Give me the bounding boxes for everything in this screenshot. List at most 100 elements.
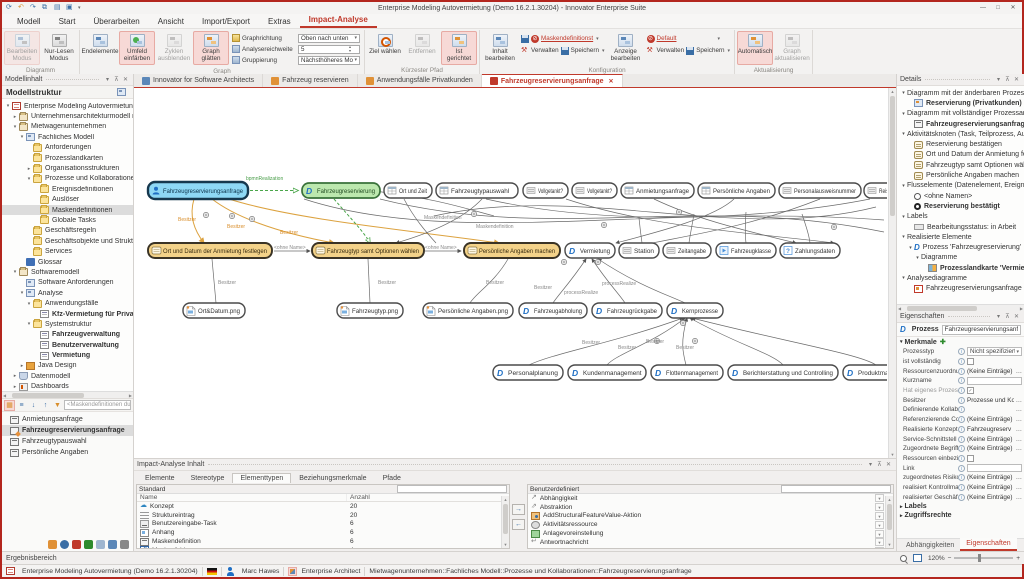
close-icon[interactable]: ✕ [1012,313,1021,320]
expand-arrow[interactable]: ▸ [18,363,26,369]
tree-item[interactable]: ▸Java Design [2,361,133,371]
diagram-canvas[interactable]: bpmnRealizationBesitzerBesitzerBesitzerM… [134,88,896,458]
tree-item[interactable]: Maskendefinitionen [2,205,133,215]
tree-item[interactable]: Vermietung [2,350,133,360]
document-tab-0[interactable]: Innovator for Software Architects [134,74,263,87]
tree-item[interactable]: Auslöser [2,195,133,205]
graph-glaetten-button[interactable]: Graph glätten [193,31,229,65]
undo-icon[interactable]: ↶ [18,4,27,12]
result-area-bar[interactable]: Ergebnisbereich [2,551,896,564]
labels-section[interactable]: ▸Labels [897,502,1024,511]
document-tab-1[interactable]: Fahrzeug reservieren [263,74,358,87]
tree-item[interactable]: Globale Tasks [2,215,133,225]
table-scrollbar[interactable]: ▲▼ [501,496,509,548]
graph-aktualisieren-button[interactable]: Graph aktualisieren [774,31,810,65]
diagram-node[interactable]: Fahrzeugtyp samt Optionen wählen [312,243,424,258]
prop-checkbox[interactable] [967,358,974,365]
tree-item[interactable]: ▾Prozesse und Kollaborationen [2,174,133,184]
canvas-vertical-scrollbar[interactable]: ▲▼ [888,88,896,458]
diagram-node[interactable]: Fahrzeugtyp.png [337,303,403,318]
tree-item[interactable]: ▾Fachliches Modell [2,132,133,142]
maximize-button[interactable]: □ [991,3,1005,13]
table-row[interactable]: AddStructuralFeatureValue-Aktion▼ [528,512,893,521]
graphrichtung-select[interactable]: Oben nach unten▾ [298,34,360,43]
tree-item[interactable]: ▾Softwaremodell [2,267,133,277]
details-horizontal-scrollbar[interactable]: ◀▶ [897,304,1024,311]
diagram-node[interactable]: DKernprozesse [667,303,723,318]
ellipsis-button[interactable]: … [1014,368,1022,375]
ellipsis-button[interactable]: … [1014,416,1022,423]
inhalt-bearbeiten-button[interactable]: Inhalt bearbeiten [482,31,518,65]
diagram-node[interactable]: Ort&Datum.png [183,303,245,318]
diagram-node[interactable]: Persönliche Angaben machen [464,243,560,258]
close-icon[interactable]: ✕ [1012,76,1021,83]
details-item[interactable]: Persönliche Angaben machen [897,170,1024,180]
move-left-button[interactable]: ← [512,519,525,530]
details-item[interactable]: <ohne Namen> [897,191,1024,201]
tree-item[interactable]: ▾Mietwagenunternehmen [2,122,133,132]
panel-menu-icon[interactable]: ▾ [994,313,1003,320]
diagram-node[interactable]: DVermietung [565,243,615,258]
prop-combo[interactable]: Nicht spezifiziert▾ [967,347,1022,356]
folder-icon[interactable] [48,540,57,549]
menu-tab-3[interactable]: Ansicht [149,14,193,28]
tree-item[interactable]: ▸Dashboards [2,382,133,391]
default-config-combo[interactable]: Default [657,35,715,42]
zoom-out-icon[interactable]: − [948,555,952,562]
diagram-node[interactable]: DFahrzeugreservierung [302,183,380,198]
role-icon[interactable] [288,567,297,576]
close-button[interactable]: ✕ [1006,3,1020,13]
table-row[interactable]: Benutzereingabe-Task6 [137,520,509,529]
diagram-node[interactable]: Fahrzeugreservierungsanfrage [148,182,248,199]
sort-desc-icon[interactable]: ↑ [40,400,51,411]
paste-icon[interactable]: ▤ [54,4,63,12]
tree-item[interactable]: ▾Systemstruktur [2,319,133,329]
diagram-node[interactable]: Persönliche Angaben [698,183,775,198]
tree-item[interactable]: Glossar [2,257,133,267]
details-item[interactable]: Ort und Datum der Anmietung festleg [897,150,1024,160]
tree-item[interactable]: ▾Analyse [2,288,133,298]
copy-icon[interactable]: ⧉ [42,4,51,12]
diagram-node[interactable]: Station [619,243,659,258]
table-row[interactable]: ↵Antwortnachricht▼ [528,538,893,547]
mail-icon[interactable] [96,540,105,549]
menu-tab-2[interactable]: Überarbeiten [84,14,148,28]
details-item[interactable]: ▾DProzess 'Fahrzeugreservierung' [897,242,1024,252]
zyklen-ausblenden-button[interactable]: Zyklen ausblenden [156,31,192,65]
table-row[interactable]: Maskendefinition6 [137,537,509,546]
table-search-input[interactable] [397,485,507,493]
tree-item[interactable]: Kfz-Vermietung für Privatkunden [2,309,133,319]
list-item[interactable]: Fahrzeugtypauswahl [2,436,133,447]
tree-item[interactable]: Fahrzeugverwaltung [2,330,133,340]
diagram-node[interactable]: Zeitangabe [663,243,711,258]
diagram-node[interactable]: DFahrzeugrückgabe [592,303,662,318]
pin-icon[interactable]: ⊼ [1003,313,1012,320]
prop-input[interactable] [967,377,1022,385]
details-item[interactable]: Fahrzeugtyp samt Optionen wählen [897,160,1024,170]
umfeld-einfaerben-button[interactable]: Umfeld einfärben [119,31,155,65]
tree-item[interactable]: Anforderungen [2,143,133,153]
prop-checkbox[interactable] [967,455,974,462]
verwalten-button[interactable]: Verwalten [657,47,685,54]
zoom-slider[interactable] [954,557,1013,559]
zugriffsrechte-section[interactable]: ▸Zugriffsrechte [897,511,1024,520]
element-name-field[interactable] [942,325,1021,335]
menu-tab-1[interactable]: Start [50,14,85,28]
details-item[interactable]: Reservierung (Privatkunden) [897,98,1024,108]
table-row[interactable]: Anlagevoreinstellung▼ [528,529,893,538]
details-item[interactable]: Reservierung bestätigen [897,139,1024,149]
collapse-arrow[interactable]: ▾ [25,176,33,182]
collapse-arrow[interactable]: ▾ [4,103,12,109]
details-item[interactable]: Bearbeitungsstatus: in Arbeit [897,222,1024,232]
list-item[interactable]: Fahrzeugreservierungsanfrage [2,425,133,436]
diagram-node[interactable]: Vollgetankt? [523,183,568,198]
ist-gerichtet-button[interactable]: Ist gerichtet [441,31,477,65]
row-filter-icon[interactable]: ▼ [875,494,884,502]
properties-tab-1[interactable]: Eigenschaften [960,538,1016,551]
print-icon[interactable]: ▣ [66,4,75,12]
ellipsis-button[interactable]: … [1014,436,1022,443]
row-filter-icon[interactable]: ▼ [875,530,884,538]
diagram-node[interactable]: Fahrzeugklasse [716,243,776,258]
sort-asc-icon[interactable]: ↓ [28,400,39,411]
pen-icon[interactable] [108,540,117,549]
